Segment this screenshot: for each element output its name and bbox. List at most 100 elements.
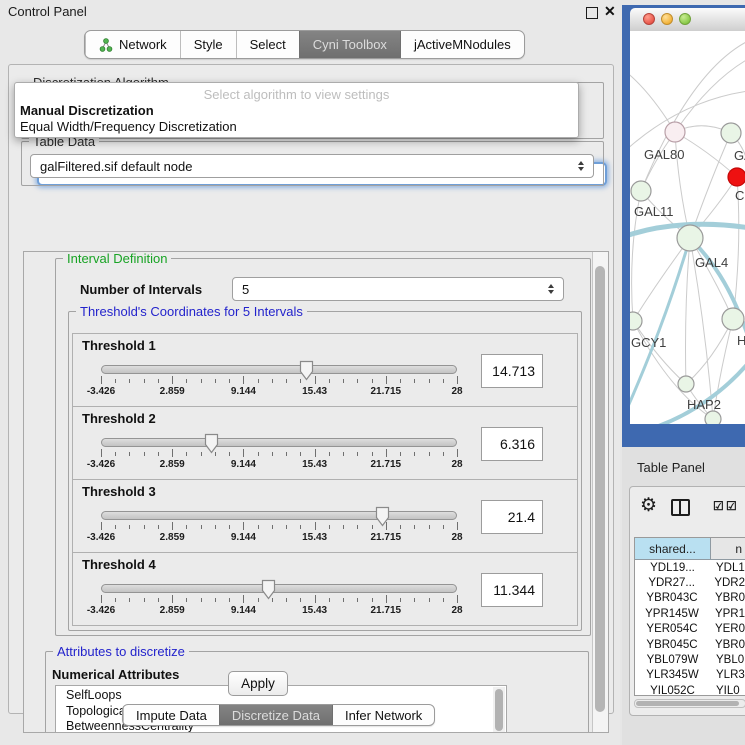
network-icon <box>99 38 113 52</box>
slider-tick-label: -3.426 <box>87 532 115 543</box>
table-row[interactable]: YLR345W YLR3 <box>635 668 745 683</box>
tab[interactable]: Select <box>236 31 299 58</box>
network-node[interactable] <box>705 411 721 424</box>
top-tab-bar: Network Style <box>84 30 525 59</box>
vertical-scrollbar[interactable] <box>592 252 608 732</box>
slider-track[interactable] <box>101 584 457 593</box>
numerical-attributes-label: Numerical Attributes <box>52 667 179 682</box>
threshold-value-field[interactable]: 21.4 <box>481 500 543 534</box>
scrollbar-thumb[interactable] <box>495 689 503 731</box>
column-header-shared-name[interactable]: shared... <box>635 538 711 559</box>
slider-tick-label: -3.426 <box>87 605 115 616</box>
network-canvas[interactable]: GAL80GACGAL11GAL4GCY1HHAP2 <box>630 31 745 424</box>
threshold-slider[interactable]: -3.4262.8599.14415.4321.71528 <box>101 508 457 548</box>
table-data-combobox[interactable]: galFiltered.sif default node <box>30 154 594 178</box>
number-of-intervals-label: Number of Intervals <box>80 282 202 297</box>
table-row[interactable]: YIL052C YIL0 <box>635 683 745 696</box>
group-title: Threshold's Coordinates for 5 Intervals <box>76 304 307 319</box>
threshold-slider[interactable]: -3.4262.8599.14415.4321.71528 <box>101 435 457 475</box>
network-window-titlebar[interactable] <box>630 8 745 32</box>
tab-label: Infer Network <box>345 708 422 723</box>
network-node[interactable] <box>678 376 694 392</box>
table-panel-title: Table Panel <box>637 460 705 475</box>
control-panel-titlebar: Control Panel ✕ <box>0 0 620 24</box>
tab[interactable]: Discretize Data <box>219 705 332 725</box>
slider-tick-label: 9.144 <box>231 532 256 543</box>
slider-ticks <box>101 376 457 385</box>
number-of-intervals-combobox[interactable]: 5 <box>232 277 564 301</box>
network-node[interactable] <box>728 168 745 186</box>
network-node-label: C <box>735 188 744 203</box>
slider-tick-label: 9.144 <box>231 386 256 397</box>
tab[interactable]: Network <box>85 31 180 58</box>
table-row[interactable]: YDL19... YDL1 <box>635 560 745 575</box>
minimize-traffic-light-icon[interactable] <box>661 13 673 25</box>
table-data-value: galFiltered.sif default node <box>40 159 192 174</box>
network-node[interactable] <box>630 312 642 330</box>
tab[interactable]: Cyni Toolbox <box>299 31 400 58</box>
network-node-label: GCY1 <box>631 335 666 350</box>
table-row[interactable]: YER054C YER0 <box>635 622 745 637</box>
scrollbar-thumb[interactable] <box>636 701 739 706</box>
table-row[interactable]: YPR145W YPR1 <box>635 606 745 621</box>
zoom-traffic-light-icon[interactable] <box>679 13 691 25</box>
table-row[interactable]: YBR045C YBR0 <box>635 637 745 652</box>
network-node[interactable] <box>721 123 741 143</box>
list-scrollbar[interactable] <box>493 687 505 733</box>
checkbox-icon[interactable]: ☑ <box>726 499 737 513</box>
close-traffic-light-icon[interactable] <box>643 13 655 25</box>
slider-scale-labels: -3.4262.8599.14415.4321.71528 <box>101 386 457 398</box>
tab[interactable]: Impute Data <box>123 705 219 725</box>
slider-scale-labels: -3.4262.8599.14415.4321.71528 <box>101 459 457 471</box>
network-node[interactable] <box>631 181 651 201</box>
slider-ticks <box>101 522 457 531</box>
slider-tick-label: 15.43 <box>302 386 327 397</box>
slider-tick-label: 2.859 <box>160 605 185 616</box>
horizontal-scrollbar[interactable] <box>634 699 745 708</box>
network-node[interactable] <box>722 308 744 330</box>
slider-tick-label: -3.426 <box>87 459 115 470</box>
threshold-slider[interactable]: -3.4262.8599.14415.4321.71528 <box>101 362 457 402</box>
network-node-label: H <box>737 333 745 348</box>
slider-tick-label: 15.43 <box>302 532 327 543</box>
threshold-value-field[interactable]: 14.713 <box>481 354 543 388</box>
gear-icon[interactable]: ⚙ <box>640 494 657 517</box>
number-of-intervals-value: 5 <box>242 282 249 297</box>
node-table[interactable]: shared... n YDL19... YDL1 YDR27... YDR2 <box>634 537 745 696</box>
slider-tick-label: -3.426 <box>87 386 115 397</box>
slider-tick-label: 9.144 <box>231 605 256 616</box>
combobox-spinner-icon[interactable] <box>578 161 584 171</box>
tab-label: Style <box>194 37 223 52</box>
network-node[interactable] <box>665 122 685 142</box>
tab[interactable]: Infer Network <box>332 705 434 725</box>
column-header-name[interactable]: n <box>711 538 745 559</box>
slider-ticks <box>101 595 457 604</box>
slider-tick-label: 28 <box>451 532 462 543</box>
table-row[interactable]: YBR043C YBR0 <box>635 591 745 606</box>
apply-button[interactable]: Apply <box>228 671 288 696</box>
close-icon[interactable]: ✕ <box>604 3 616 20</box>
combobox-spinner-icon[interactable] <box>548 284 554 294</box>
threshold-value-field[interactable]: 11.344 <box>481 573 543 607</box>
table-row[interactable]: YBL079W YBL0 <box>635 652 745 667</box>
slider-track[interactable] <box>101 438 457 447</box>
network-node-label: HAP2 <box>687 397 721 412</box>
dropdown-option[interactable]: Equal Width/Frequency Discretization <box>15 119 578 135</box>
network-view-window: GAL80GACGAL11GAL4GCY1HHAP2 <box>622 5 745 447</box>
tab[interactable]: jActiveMNodules <box>400 31 524 58</box>
scrollbar-thumb[interactable] <box>595 266 605 712</box>
slider-track[interactable] <box>101 511 457 520</box>
threshold-slider[interactable]: -3.4262.8599.14415.4321.71528 <box>101 581 457 621</box>
cyni-toolbox-panel: Discretization Algorithm Table Data galF… <box>8 64 614 714</box>
dropdown-option[interactable]: Manual Discretization <box>15 103 578 119</box>
slider-track[interactable] <box>101 365 457 374</box>
tab[interactable]: Style <box>180 31 236 58</box>
table-row[interactable]: YDR27... YDR2 <box>635 575 745 590</box>
network-node[interactable] <box>677 225 703 251</box>
checkbox-icon[interactable]: ☑ <box>713 499 724 513</box>
algorithm-dropdown-popup: Select algorithm to view settings Manual… <box>14 82 579 138</box>
float-window-icon[interactable] <box>586 7 598 19</box>
column-layout-icon[interactable] <box>671 499 690 516</box>
threshold-panel: Threshold 4-3.4262.8599.14415.4321.71528… <box>72 552 578 626</box>
threshold-value-field[interactable]: 6.316 <box>481 427 543 461</box>
